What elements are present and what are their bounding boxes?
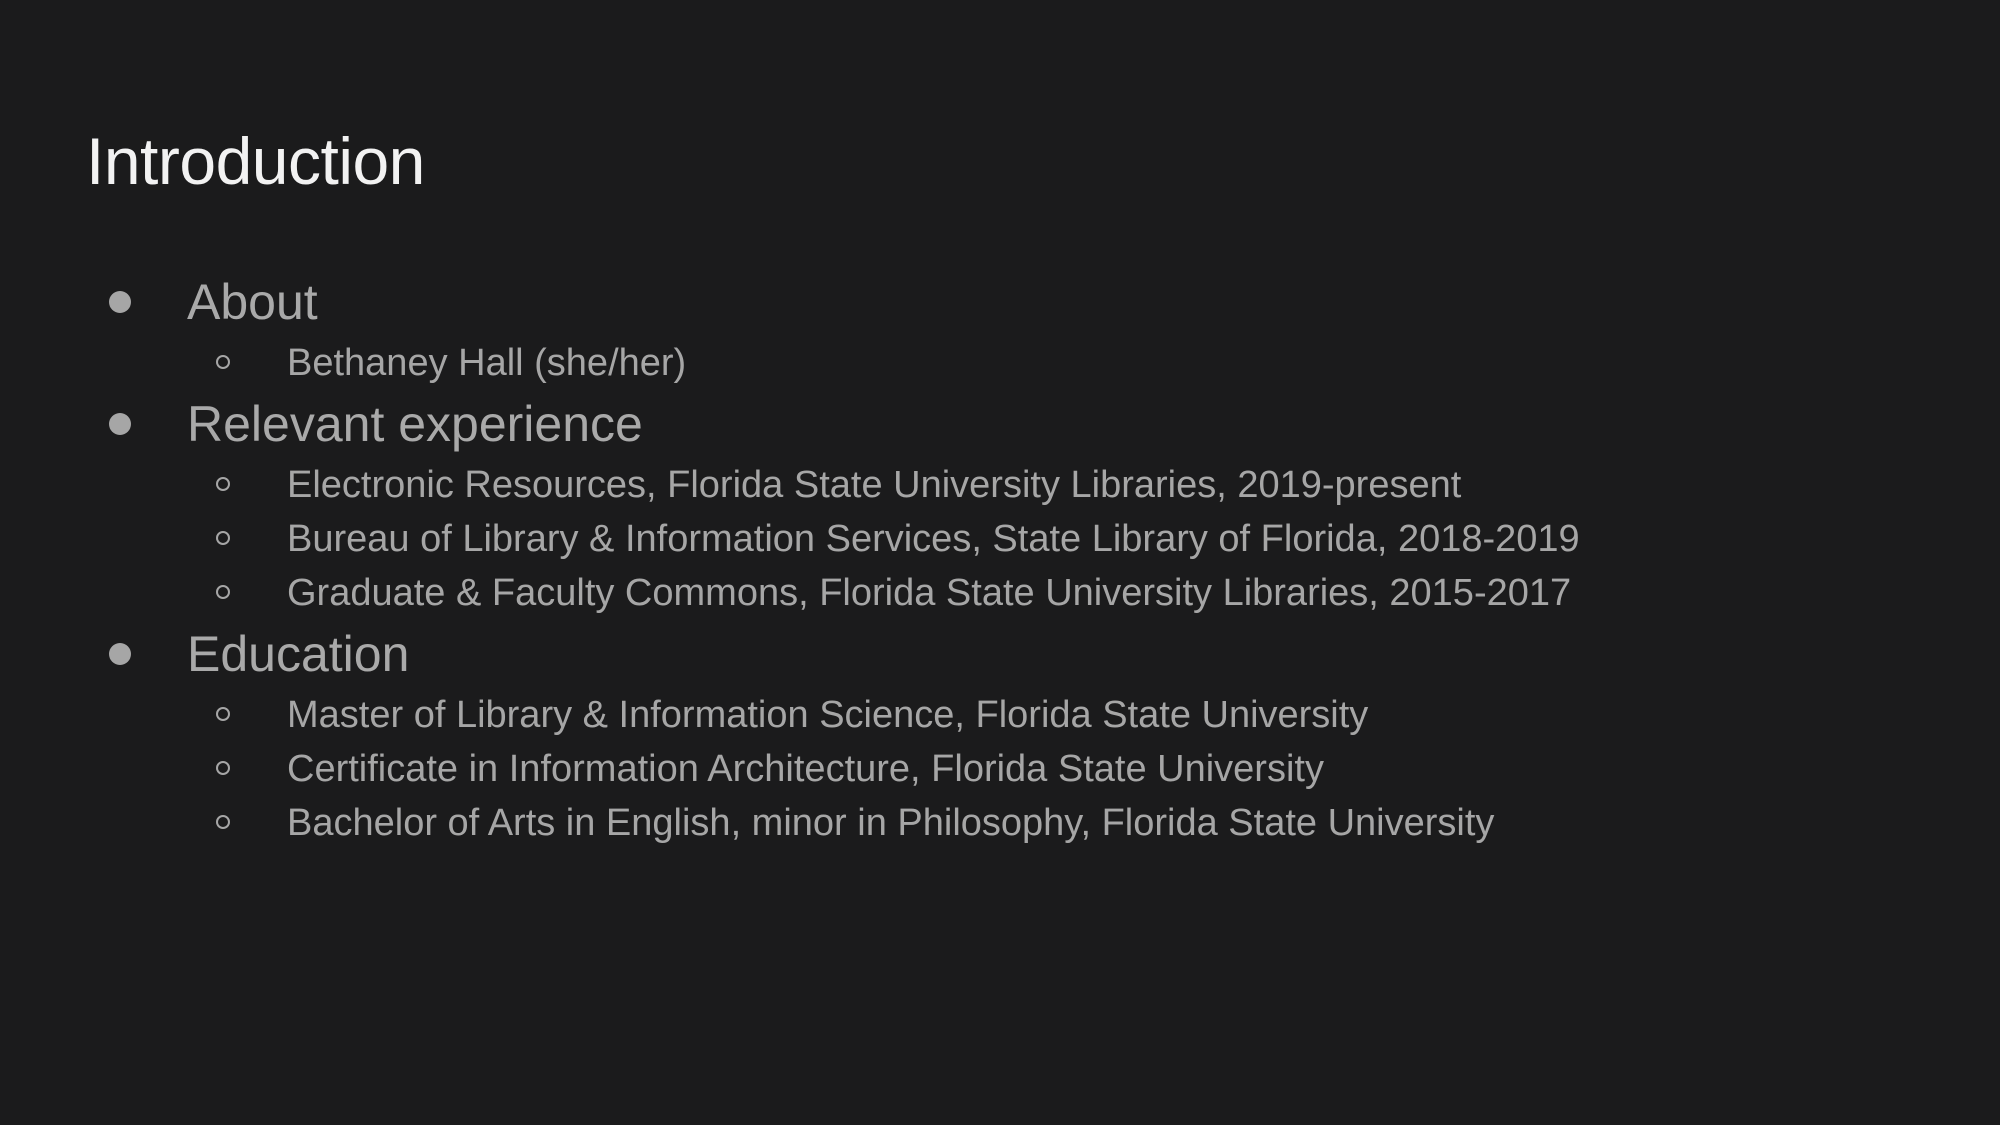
section-heading: Education [0, 620, 2000, 688]
hollow-bullet-icon [216, 355, 230, 369]
hollow-bullet-icon [216, 531, 230, 545]
list-item-text: Bureau of Library & Information Services… [287, 518, 1580, 560]
section-label-education: Education [187, 626, 410, 682]
list-item: Bureau of Library & Information Services… [0, 512, 2000, 566]
list-item: Master of Library & Information Science,… [0, 688, 2000, 742]
list-item: Certificate in Information Architecture,… [0, 742, 2000, 796]
section-heading: About [0, 268, 2000, 336]
slide: Introduction About Bethaney Hall (she/he… [0, 0, 2000, 1125]
hollow-bullet-icon [216, 707, 230, 721]
bullet-list: About Bethaney Hall (she/her) Relevant e… [0, 268, 2000, 850]
section-label-about: About [187, 274, 318, 330]
section-label-relevant-experience: Relevant experience [187, 396, 643, 452]
list-item-text: Electronic Resources, Florida State Univ… [287, 464, 1462, 506]
filled-bullet-icon [109, 413, 131, 435]
section-education: Education Master of Library & Informatio… [0, 620, 2000, 850]
list-item: Electronic Resources, Florida State Univ… [0, 458, 2000, 512]
list-item-text: Certificate in Information Architecture,… [287, 748, 1324, 790]
list-item-text: Master of Library & Information Science,… [287, 694, 1369, 736]
hollow-bullet-icon [216, 477, 230, 491]
section-heading: Relevant experience [0, 390, 2000, 458]
hollow-bullet-icon [216, 761, 230, 775]
filled-bullet-icon [109, 643, 131, 665]
list-item: Graduate & Faculty Commons, Florida Stat… [0, 566, 2000, 620]
hollow-bullet-icon [216, 585, 230, 599]
list-item-text: Bethaney Hall (she/her) [287, 342, 687, 384]
filled-bullet-icon [109, 291, 131, 313]
list-item-text: Graduate & Faculty Commons, Florida Stat… [287, 572, 1572, 614]
section-about: About Bethaney Hall (she/her) [0, 268, 2000, 390]
sub-list: Bethaney Hall (she/her) [0, 336, 2000, 390]
sub-list: Master of Library & Information Science,… [0, 688, 2000, 850]
sub-list: Electronic Resources, Florida State Univ… [0, 458, 2000, 620]
list-item: Bachelor of Arts in English, minor in Ph… [0, 796, 2000, 850]
slide-title: Introduction [86, 124, 425, 198]
list-item-text: Bachelor of Arts in English, minor in Ph… [287, 802, 1495, 844]
hollow-bullet-icon [216, 815, 230, 829]
list-item: Bethaney Hall (she/her) [0, 336, 2000, 390]
section-relevant-experience: Relevant experience Electronic Resources… [0, 390, 2000, 620]
